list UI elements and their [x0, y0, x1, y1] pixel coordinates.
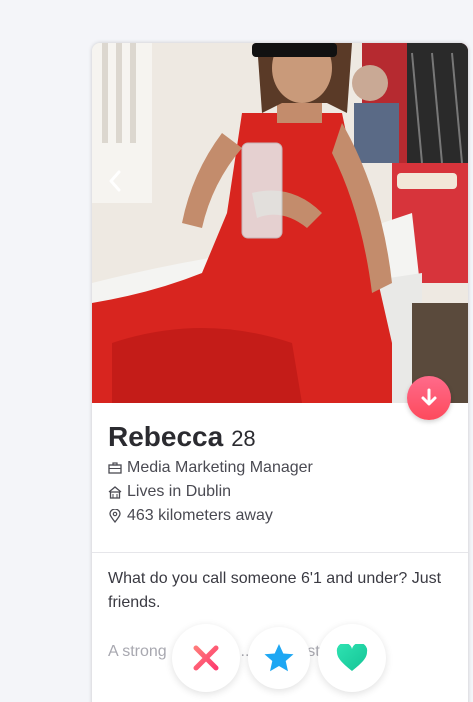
star-icon [264, 644, 294, 672]
heart-icon [336, 644, 368, 671]
profile-card: Rebecca 28 Media Marketing Manager Lives… [92, 43, 468, 702]
job-title: Media Marketing Manager [127, 459, 313, 476]
profile-photo[interactable] [92, 43, 468, 403]
profile-photo-image [92, 43, 468, 403]
distance-text: 463 kilometers away [127, 507, 273, 524]
x-icon [193, 645, 219, 671]
arrow-down-icon [421, 388, 437, 406]
name-row: Rebecca 28 [108, 421, 458, 453]
previous-photo-button[interactable] [100, 163, 130, 199]
distance-row: 463 kilometers away [108, 507, 458, 525]
divider [92, 552, 468, 553]
location-pin-icon [108, 509, 122, 523]
profile-age: 28 [231, 426, 256, 451]
super-like-button[interactable] [248, 627, 310, 689]
briefcase-icon [108, 461, 122, 475]
nope-button[interactable] [172, 624, 240, 692]
location-text: Lives in Dublin [127, 483, 232, 500]
chevron-left-icon [109, 170, 121, 192]
bio-text: What do you call someone 6'1 and under? … [108, 570, 442, 611]
home-icon [108, 485, 122, 499]
profile-name: Rebecca [108, 421, 224, 452]
like-button[interactable] [318, 624, 386, 692]
location-row: Lives in Dublin [108, 483, 458, 501]
job-row: Media Marketing Manager [108, 459, 458, 477]
profile-info: Rebecca 28 Media Marketing Manager Lives… [108, 421, 458, 525]
collapse-profile-button[interactable] [407, 376, 451, 420]
